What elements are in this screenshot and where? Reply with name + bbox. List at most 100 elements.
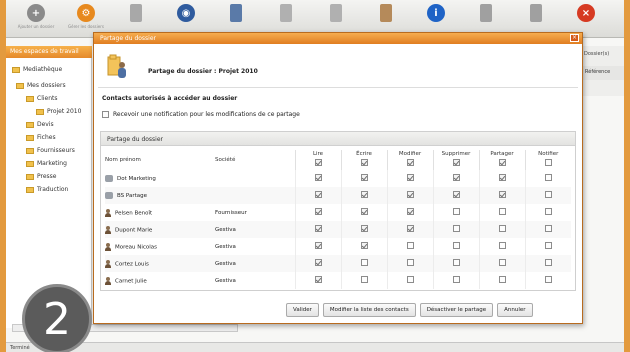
toolbar-button-label: Gérer les dossiers [68,24,104,29]
table-row: Carnet Julie Gestiva [105,272,571,289]
select-all-checkbox[interactable] [360,159,368,166]
dialog-close-icon[interactable]: × [570,34,579,42]
permissions-table: Nom prénom Société Lire Écrire Modifier Suppr… [105,150,571,289]
column-header-label: Partager [490,151,514,157]
permission-checkbox[interactable] [452,276,460,283]
column-header-label: Modifier [398,151,422,157]
column-header-label: Supprimer [441,151,471,157]
permission-checkbox[interactable] [314,225,322,232]
permission-checkbox[interactable] [544,259,552,266]
permission-checkbox[interactable] [406,208,414,215]
tree-item[interactable]: Traduction [26,186,68,193]
settings-icon: ⚙ [77,4,95,22]
company-cell: Gestiva [215,277,236,284]
contact-name-cell: Cortez Louis [105,255,215,272]
permission-checkbox[interactable] [544,191,552,198]
tree-item[interactable]: Mes dossiers [16,82,66,89]
permission-cell [294,221,341,238]
permission-checkbox[interactable] [452,225,460,232]
permission-checkbox[interactable] [452,208,460,215]
permission-checkbox[interactable] [360,259,368,266]
column-header: Nom prénom [105,150,215,170]
permission-checkbox[interactable] [544,174,552,181]
toolbar-button-add[interactable]: + Ajouter un dossier [14,0,58,38]
cancel-button[interactable]: Annuler [497,303,533,317]
folder-icon [26,147,34,154]
tree-item[interactable]: Fiches [26,134,56,141]
tree-item[interactable]: Projet 2010 [36,108,81,115]
table-row: Dot Marketing [105,170,571,187]
permission-checkbox[interactable] [360,174,368,181]
right-panel-column-header[interactable]: Référence [582,66,624,80]
contact-name: Moreau Nicolas [115,244,158,250]
permission-cell [386,204,433,221]
dialog-title-bar: Partage du dossier × [94,33,582,44]
permission-checkbox[interactable] [360,242,368,249]
permission-checkbox[interactable] [406,242,414,249]
permission-checkbox[interactable] [498,174,506,181]
permission-checkbox[interactable] [452,174,460,181]
permission-checkbox[interactable] [498,191,506,198]
tree-item-label: Mes dossiers [27,82,66,89]
edit-contacts-button[interactable]: Modifier la liste des contacts [322,303,416,317]
permission-cell [524,170,571,187]
permission-checkbox[interactable] [360,191,368,198]
tree-item-mediatheque[interactable]: Mediathèque [12,66,62,73]
tree-item[interactable]: Marketing [26,160,67,167]
tree-item[interactable]: Presse [26,173,56,180]
export-icon [530,4,542,22]
tree-item[interactable]: Fournisseurs [26,147,75,154]
select-all-checkbox[interactable] [406,159,414,166]
tree-item-label: Presse [37,173,57,180]
permission-checkbox[interactable] [544,242,552,249]
right-panel-tab[interactable]: Dossier(s) [584,51,609,57]
permission-checkbox[interactable] [314,191,322,198]
permission-checkbox[interactable] [360,208,368,215]
permission-checkbox[interactable] [360,276,368,283]
permission-checkbox[interactable] [452,259,460,266]
permission-checkbox[interactable] [406,259,414,266]
notify-checkbox[interactable] [102,111,109,118]
permission-checkbox[interactable] [452,242,460,249]
select-all-checkbox[interactable] [452,159,460,166]
column-header-label: Nom prénom [105,157,141,163]
user-icon [105,259,111,268]
permission-checkbox[interactable] [314,174,322,181]
permission-cell [432,272,479,289]
disable-sharing-button[interactable]: Désactiver le partage [419,303,494,317]
permission-cell [478,272,525,289]
permission-checkbox[interactable] [452,191,460,198]
permission-checkbox[interactable] [498,208,506,215]
permission-cell [478,187,525,204]
document-icon [280,4,292,22]
tree-item[interactable]: Clients [26,95,58,102]
permission-checkbox[interactable] [406,225,414,232]
permission-checkbox[interactable] [406,276,414,283]
permission-checkbox[interactable] [314,259,322,266]
permission-checkbox[interactable] [498,242,506,249]
validate-button[interactable]: Valider [286,303,319,317]
column-header-label: Société [215,157,236,163]
permission-checkbox[interactable] [406,174,414,181]
select-all-checkbox[interactable] [314,159,322,166]
user-icon [380,4,392,22]
permission-checkbox[interactable] [406,191,414,198]
contact-name: Carnet Julie [115,278,147,284]
permission-checkbox[interactable] [498,259,506,266]
permission-checkbox[interactable] [314,276,322,283]
permission-checkbox[interactable] [544,225,552,232]
select-all-checkbox[interactable] [498,159,506,166]
permission-checkbox[interactable] [498,225,506,232]
permission-checkbox[interactable] [314,242,322,249]
permission-checkbox[interactable] [314,208,322,215]
permission-checkbox[interactable] [360,225,368,232]
permission-cell [340,238,387,255]
tree-item[interactable]: Devis [26,121,54,128]
permission-checkbox[interactable] [544,276,552,283]
folder-icon [36,108,44,115]
select-all-checkbox[interactable] [544,159,552,166]
share-section-header: Partage du dossier [101,132,575,146]
permission-checkbox[interactable] [498,276,506,283]
permission-checkbox[interactable] [544,208,552,215]
permission-cell [294,272,341,289]
